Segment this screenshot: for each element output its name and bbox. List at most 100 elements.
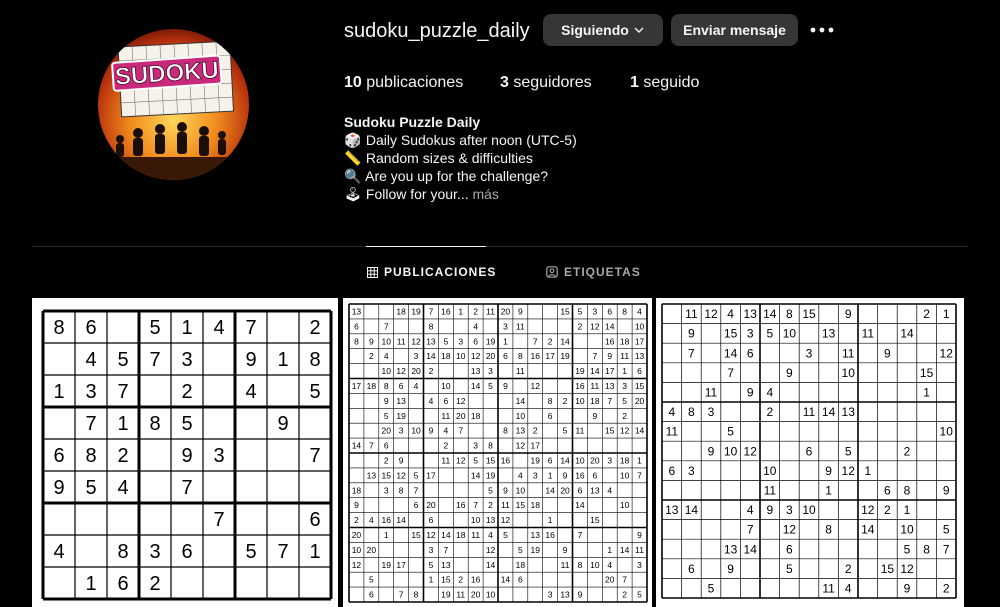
sudoku-cell-value: 12	[456, 396, 466, 406]
sudoku-cell-value: 4	[414, 381, 419, 391]
sudoku-cell-value: 9	[369, 336, 374, 346]
sudoku-cell-value: 3	[747, 327, 754, 341]
sudoku-cell-value: 10	[575, 396, 585, 406]
sudoku-cell-value: 3	[806, 346, 813, 360]
sudoku-cell-value: 12	[516, 441, 526, 451]
sudoku-cell-value: 9	[904, 582, 911, 596]
sudoku-cell-value: 17	[545, 351, 555, 361]
sudoku-cell-value: 2	[904, 444, 911, 458]
sudoku-cell-value: 9	[429, 426, 434, 436]
sudoku-cell-value: 6	[473, 336, 478, 346]
sudoku-cell-value: 7	[277, 541, 288, 563]
more-options-icon[interactable]	[808, 18, 836, 42]
sudoku-cell-value: 13	[531, 530, 541, 540]
sudoku-cell-value: 6	[85, 317, 96, 339]
sudoku-cell-value: 6	[607, 307, 612, 317]
bio-line-text: Random sizes & difficulties	[365, 150, 533, 166]
post-thumbnail[interactable]: 13 18 19 7 16 1 2 11 20 9 15 5 3 6 8 4 6 7 8 4 3 11 2 12 14 10 8 9 1…	[343, 298, 652, 607]
sudoku-cell-value: 15	[382, 470, 392, 480]
sudoku-cell-value: 3	[503, 321, 508, 331]
sudoku-cell-value: 5	[503, 530, 508, 540]
sudoku-cell-value: 12	[744, 444, 758, 458]
sudoku-cell-value: 3	[607, 456, 612, 466]
sudoku-cell-value: 20	[560, 485, 570, 495]
sudoku-cell-value: 14	[763, 307, 777, 321]
bio-line: 🕹 Follow for your... más	[344, 185, 577, 203]
bio-display-name: Sudoku Puzzle Daily	[344, 114, 481, 130]
sudoku-cell-value: 14	[545, 485, 555, 495]
sudoku-cell-value: 6	[369, 590, 374, 600]
sudoku-cell-value: 12	[411, 336, 421, 346]
sudoku-cell-value: 3	[414, 351, 419, 361]
sudoku-cell-value: 11	[516, 321, 525, 331]
sudoku-cell-value: 7	[384, 321, 389, 331]
sudoku-cell-value: 13	[590, 485, 600, 495]
sudoku-cell-value: 1	[904, 503, 911, 517]
sudoku-cell-value: 13	[486, 515, 496, 525]
sudoku-cell-value: 14	[605, 321, 615, 331]
sudoku-cell-value: 1	[458, 307, 463, 317]
sudoku-cell-value: 13	[605, 381, 615, 391]
followers-count[interactable]: 3 seguidores	[500, 74, 592, 92]
sudoku-cell-value: 14	[724, 346, 738, 360]
tab-publicaciones[interactable]: PUBLICACIONES	[367, 265, 496, 279]
sudoku-cell-value: 6	[548, 411, 553, 421]
post-thumbnail[interactable]: 11 12 4 13 14 8 15 9 2 1 9 15 3 5 10 13 11 14 7 14 6 3 11 9 12 7 9…	[656, 298, 964, 607]
sudoku-cell-value: 10	[783, 327, 797, 341]
bio-more-link[interactable]: más	[472, 186, 498, 202]
sudoku-cell-value: 16	[441, 307, 451, 317]
tabs-divider	[32, 246, 968, 247]
tab-etiquetas-label: ETIQUETAS	[564, 265, 641, 279]
sudoku-cell-value: 14	[620, 545, 630, 555]
sudoku-cell-value: 12	[900, 562, 914, 576]
sudoku-cell-value: 13	[724, 542, 738, 556]
sudoku-cell-value: 9	[766, 503, 773, 517]
avatar-image: SUDOKU	[98, 29, 249, 180]
sudoku-cell-value: 9	[245, 349, 256, 371]
sudoku-cell-value: 5	[473, 456, 478, 466]
sudoku-cell-value: 3	[786, 503, 793, 517]
sudoku-cell-value: 13	[560, 590, 570, 600]
sudoku-cell-value: 5	[786, 562, 793, 576]
followers-count-value: 3	[500, 74, 509, 91]
sudoku-cell-value: 7	[414, 485, 419, 495]
sudoku-cell-value: 14	[352, 441, 362, 451]
tag-icon	[546, 266, 558, 278]
sudoku-cell-value: 1	[309, 541, 320, 563]
sudoku-cell-value: 10	[842, 366, 856, 380]
sudoku-cell-value: 8	[53, 317, 64, 339]
sudoku-cell-value: 10	[411, 426, 421, 436]
sudoku-cell-value: 5	[414, 470, 419, 480]
following-count[interactable]: 1 seguido	[630, 74, 699, 92]
following-button-label: Siguiendo	[561, 22, 629, 38]
sudoku-cell-value: 5	[488, 485, 493, 495]
sudoku-cell-value: 19	[486, 336, 496, 346]
sudoku-cell-value: 20	[352, 530, 362, 540]
sudoku-cell-value: 13	[744, 307, 758, 321]
profile-avatar[interactable]: SUDOKU	[98, 29, 249, 180]
sudoku-cell-value: 18	[516, 560, 526, 570]
sudoku-cell-value: 7	[443, 545, 448, 555]
sudoku-cell-value: 11	[456, 590, 465, 600]
sudoku-cell-value: 3	[688, 464, 695, 478]
sudoku-cell-value: 2	[622, 411, 627, 421]
sudoku-cell-value: 20	[382, 426, 392, 436]
sudoku-cell-value: 1	[943, 307, 950, 321]
following-button[interactable]: Siguiendo	[543, 14, 663, 46]
sudoku-cell-value: 1	[117, 413, 128, 435]
sudoku-cell-value: 7	[117, 381, 128, 403]
sudoku-cell-value: 9	[563, 545, 568, 555]
grid-icon	[367, 266, 378, 278]
tab-etiquetas[interactable]: ETIQUETAS	[546, 265, 641, 279]
sudoku-cell-value: 4	[53, 541, 64, 563]
sudoku-cell-value: 9	[563, 470, 568, 480]
send-message-button[interactable]: Enviar mensaje	[671, 14, 798, 46]
sudoku-cell-value: 5	[766, 327, 773, 341]
sudoku-cell-value: 5	[578, 307, 583, 317]
sudoku-cell-value: 4	[668, 405, 675, 419]
sudoku-15x15-image: 11 12 4 13 14 8 15 9 2 19 15 3 5 10 13 11 147 14 6 3 11 9 127 9…	[661, 303, 957, 599]
sudoku-cell-value: 7	[592, 351, 597, 361]
sudoku-cell-value: 5	[563, 426, 568, 436]
sudoku-cell-value: 2	[548, 336, 553, 346]
post-thumbnail[interactable]: 8651472457391813724571859682937954776483…	[32, 298, 338, 607]
